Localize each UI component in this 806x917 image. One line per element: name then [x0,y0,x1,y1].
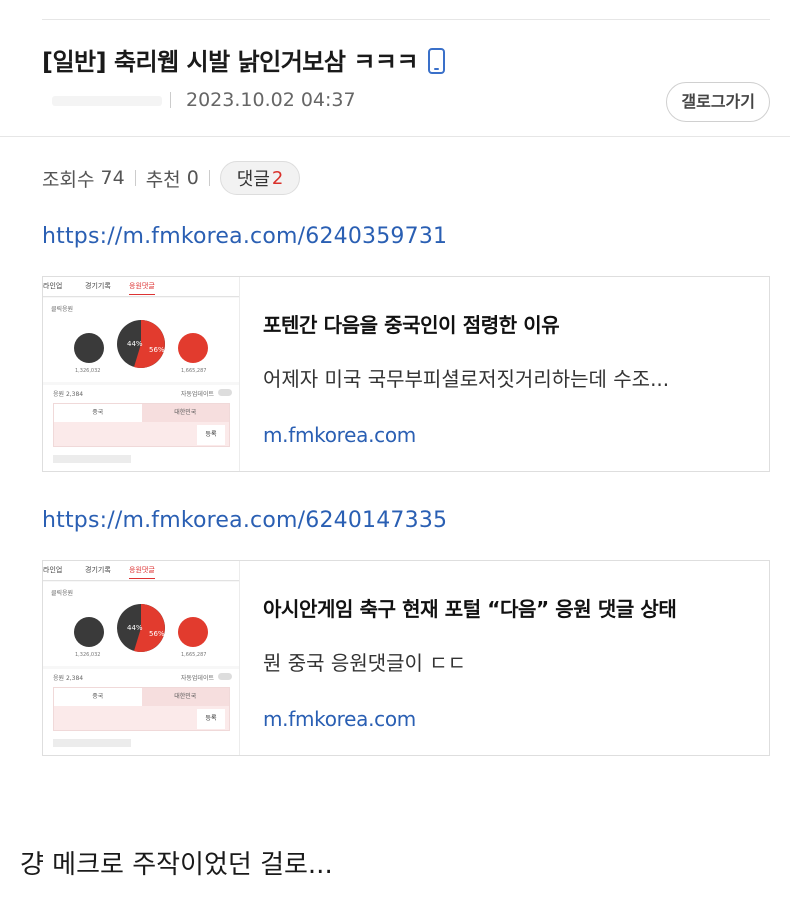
thumbnail-comment-area: 응원 2,384 자동업데이트 중국 대한민국 등록 [43,669,239,755]
post-body-text: 걍 메크로 주작이었던 걸로... [20,850,333,880]
thumb-tab-korea: 대한민국 [141,404,229,422]
gallog-button[interactable]: 갤로그가기 [666,82,770,122]
stats-separator [208,170,210,186]
thumb-tab-lineup: 라인업 [43,566,63,574]
link-title-2: 아시안게임 축구 현재 포털 “다음” 응원 댓글 상태 [263,597,677,621]
thumb-tab-china: 중국 [54,688,142,706]
thumb-bar [53,739,131,747]
thumb-tab-record: 경기기록 [85,566,111,574]
thumb-submit: 등록 [197,709,225,729]
thumb-korea-count: 1,665,287 [181,652,206,658]
header-divider [0,136,790,137]
thumb-tab-lineup: 라인업 [43,282,63,290]
thumbnail-tabs: 라인업 경기기록 응원댓글 [43,277,239,297]
thumb-comment-count: 응원 2,384 [53,391,84,398]
thumbnail-cheer-panel: 클릭응원 44% 56% 1,326,032 1,665,287 [43,582,239,666]
thumb-tab-cheer: 응원댓글 [129,281,155,295]
thumb-korea-pct: 56% [149,346,165,354]
thumb-toggle [218,673,232,680]
post-date: 2023.10.02 04:37 [186,89,356,111]
thumb-submit: 등록 [197,425,225,445]
author-name-blurred [52,96,162,106]
thumb-china-count: 1,326,032 [75,652,100,658]
thumb-comment-count: 응원 2,384 [53,675,84,682]
thumbnail-cheer-panel: 클릭응원 44% 56% 1,326,032 1,665,287 [43,298,239,382]
link-preview-card-1[interactable]: 라인업 경기기록 응원댓글 클릭응원 44% 56% 1,326,032 1,6… [42,276,770,472]
comments-label: 댓글 [236,169,270,190]
mobile-phone-icon [428,47,446,74]
thumb-korea-pct: 56% [149,630,165,638]
link-domain-1: m.fmkorea.com [263,423,416,447]
thumbnail-comment-area: 응원 2,384 자동업데이트 중국 대한민국 등록 [43,385,239,471]
link-description-2: 뭔 중국 응원댓글이 ㄷㄷ [263,651,467,675]
link-description-1: 어제자 미국 국무부피셜로저짓거리하는데 수조... [263,367,670,391]
post-title-text: [일반] 축리웹 시발 낡인거보삼 ㅋㅋㅋ [42,48,419,76]
thumb-tab-cheer: 응원댓글 [129,565,155,579]
thumb-toggle-label: 자동업데이트 [180,675,214,682]
link-title-1: 포텐간 다음을 중국인이 점령한 이유 [263,313,560,337]
thumb-tab-record: 경기기록 [85,282,111,290]
comments-count: 2 [271,167,284,189]
recommend-label: 추천 [145,168,181,191]
thumb-toggle [218,389,232,396]
thumb-china-pct: 44% [127,340,143,348]
link-thumbnail-1: 라인업 경기기록 응원댓글 클릭응원 44% 56% 1,326,032 1,6… [43,277,240,471]
thumb-input-box: 중국 대한민국 등록 [53,403,230,447]
meta-separator [170,92,171,108]
thumb-bar [53,455,131,463]
link-url-2[interactable]: https://m.fmkorea.com/6240147335 [42,508,447,533]
link-thumbnail-2: 라인업 경기기록 응원댓글 클릭응원 44% 56% 1,326,032 1,6… [43,561,240,755]
thumb-tab-korea: 대한민국 [141,688,229,706]
thumb-tab-china: 중국 [54,404,142,422]
post-stats: 조회수 74 추천 0 댓글 2 [42,158,301,198]
thumb-korea-count: 1,665,287 [181,368,206,374]
link-domain-2: m.fmkorea.com [263,707,416,731]
views-count: 74 [100,167,125,189]
link-url-1[interactable]: https://m.fmkorea.com/6240359731 [42,224,447,249]
recommend-count: 0 [186,167,199,189]
post-meta: 2023.10.02 04:37 갤로그가기 [42,82,770,122]
link-preview-card-2[interactable]: 라인업 경기기록 응원댓글 클릭응원 44% 56% 1,326,032 1,6… [42,560,770,756]
top-divider [42,19,770,20]
views-label: 조회수 [42,168,95,191]
thumb-input-box: 중국 대한민국 등록 [53,687,230,731]
post-title: [일반] 축리웹 시발 낡인거보삼 ㅋㅋㅋ [42,42,446,77]
thumb-china-count: 1,326,032 [75,368,100,374]
cheer-pie-graphic: 44% 56% 1,326,032 1,665,287 [74,320,208,374]
stats-separator [134,170,136,186]
thumb-toggle-label: 자동업데이트 [180,391,214,398]
thumbnail-tabs: 라인업 경기기록 응원댓글 [43,561,239,581]
cheer-pie-graphic: 44% 56% 1,326,032 1,665,287 [74,604,208,658]
thumb-china-pct: 44% [127,624,143,632]
comments-button[interactable]: 댓글 2 [219,161,301,195]
